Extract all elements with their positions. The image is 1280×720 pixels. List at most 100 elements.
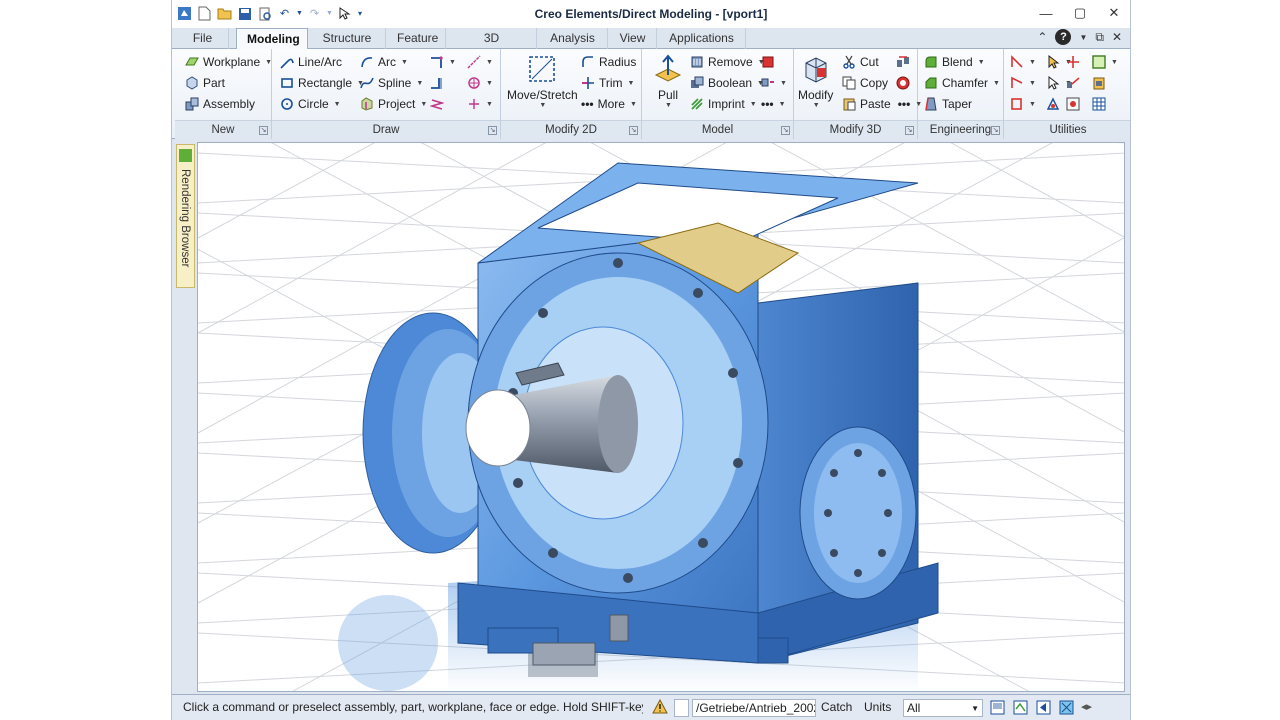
tab-applications[interactable]: Applications	[658, 28, 746, 49]
status-input-field[interactable]	[674, 699, 689, 717]
imprint-button[interactable]: Imprint ▼	[690, 94, 757, 114]
help-icon[interactable]: ?	[1055, 29, 1072, 45]
units-select[interactable]: All ▼	[903, 699, 983, 717]
part-icon	[186, 76, 198, 90]
dialog-launcher-icon[interactable]: ↘	[259, 126, 268, 135]
modify-3d-move-button[interactable]	[896, 52, 910, 72]
boolean-button[interactable]: Boolean ▼	[690, 73, 764, 93]
collapse-ribbon-icon[interactable]: ⌃	[1037, 30, 1047, 44]
dialog-launcher-icon[interactable]: ↘	[488, 126, 497, 135]
draw-tool-offset-button[interactable]	[430, 73, 444, 93]
rendering-browser-tab[interactable]: Rendering Browser	[176, 144, 195, 288]
check-button[interactable]: ▼	[1010, 73, 1036, 93]
assembly-button[interactable]: Assembly	[185, 94, 255, 114]
maximize-icon[interactable]: ▢	[1070, 4, 1090, 22]
chamfer-button[interactable]: Chamfer ▼	[924, 73, 1000, 93]
stop-icon	[896, 76, 910, 90]
tab-3d-geometry[interactable]: 3D Geometry	[447, 28, 537, 65]
arc-button[interactable]: Arc ▼	[360, 52, 408, 72]
mass-properties-icon	[1066, 97, 1080, 111]
measure-button[interactable]: ▼	[1010, 52, 1036, 72]
dialog-launcher-icon[interactable]: ↘	[991, 126, 1000, 135]
tab-structure[interactable]: Structure	[309, 28, 386, 49]
draw-tool-zigzag-button[interactable]	[430, 94, 444, 114]
trim-icon	[582, 77, 594, 89]
spline-button[interactable]: Spline ▼	[360, 73, 423, 93]
copy-icon	[842, 76, 856, 90]
trim-button[interactable]: Trim ▼	[581, 73, 634, 93]
ellipsis-icon: •••	[581, 97, 594, 111]
tab-file[interactable]: File	[177, 28, 229, 49]
3d-viewport[interactable]	[197, 142, 1125, 692]
viewport-canvas[interactable]	[198, 143, 1125, 692]
viewport-layout-icon[interactable]	[989, 699, 1006, 716]
distance-button[interactable]	[1066, 73, 1080, 93]
construction-line-button[interactable]: ▼	[467, 52, 493, 72]
tab-view[interactable]: View	[609, 28, 657, 49]
tab-modeling[interactable]: Modeling	[236, 28, 308, 50]
mass-properties-button[interactable]	[1066, 94, 1080, 114]
construction-point-icon	[469, 99, 479, 109]
arc-icon	[361, 57, 373, 68]
fit-view-icon[interactable]	[1058, 699, 1075, 716]
units-label[interactable]: Units	[864, 699, 891, 717]
cut-button[interactable]: Cut	[842, 52, 879, 72]
paste-icon	[843, 98, 856, 111]
ribbon-group-new: Workplane ▼ Part Assembly New ↘	[175, 49, 272, 139]
move-stretch-icon	[529, 56, 556, 82]
dialog-launcher-icon[interactable]: ↘	[629, 126, 638, 135]
circle-button[interactable]: Circle ▼	[280, 94, 341, 114]
radius-button[interactable]: Radius	[581, 52, 636, 72]
mdi-close-icon[interactable]: ✕	[1112, 30, 1122, 44]
dialog-launcher-icon[interactable]: ↘	[781, 126, 790, 135]
relations-button[interactable]	[1046, 94, 1060, 114]
tolerance-button[interactable]	[1066, 52, 1080, 72]
rendering-browser-label: Rendering Browser	[179, 169, 191, 268]
back-icon[interactable]	[1035, 699, 1052, 716]
model-solid-button[interactable]	[761, 52, 775, 72]
modify-button[interactable]: Modify ▼	[798, 53, 833, 109]
section-button[interactable]: ▼	[1010, 94, 1036, 114]
pull-button[interactable]: Pull ▼	[652, 53, 684, 109]
line-arc-icon	[280, 58, 294, 69]
blend-button[interactable]: Blend ▼	[924, 52, 985, 72]
construction-circle-button[interactable]: ▼	[467, 73, 493, 93]
current-path-field[interactable]: /Getriebe/Antrieb_2002_	[692, 699, 816, 717]
table-button[interactable]	[1092, 94, 1106, 114]
catch-label[interactable]: Catch	[821, 699, 852, 717]
taper-button[interactable]: Taper	[924, 94, 972, 114]
remove-button[interactable]: Remove ▼	[690, 52, 765, 72]
select-arrow-icon	[1048, 55, 1060, 69]
workplane-button[interactable]: Workplane ▼	[185, 52, 272, 72]
mdi-restore-icon[interactable]: ⧉	[1095, 30, 1104, 45]
rectangle-button[interactable]: Rectangle ▼	[280, 73, 364, 93]
help-dropdown-icon[interactable]: ▼	[1079, 33, 1087, 42]
draw-tool-corner-button[interactable]: ▼	[430, 52, 456, 72]
clipboard-button[interactable]	[1092, 73, 1106, 93]
move-stretch-button[interactable]: Move/Stretch ▼	[507, 53, 578, 109]
line-arc-button[interactable]: Line/Arc	[280, 52, 342, 72]
project-button[interactable]: Project ▼	[360, 94, 427, 114]
boolean-icon	[691, 76, 704, 88]
tab-analysis[interactable]: Analysis	[538, 28, 608, 49]
close-icon[interactable]: ✕	[1104, 4, 1124, 22]
more-model-button[interactable]: ••• ▼	[761, 94, 786, 114]
modify-3d-stop-button[interactable]	[896, 73, 910, 93]
warning-icon[interactable]	[652, 699, 670, 717]
dialog-launcher-icon[interactable]: ↘	[905, 126, 914, 135]
ribbon-group-engineering: Blend ▼ Chamfer ▼ Taper Engineering ↘	[918, 49, 1004, 139]
model-split-button[interactable]: ▼	[761, 73, 787, 93]
status-message: Click a command or preselect assembly, p…	[183, 700, 643, 714]
box-select-button[interactable]: ▼	[1092, 52, 1118, 72]
filter-icon[interactable]	[1012, 699, 1029, 716]
part-button[interactable]: Part	[185, 73, 225, 93]
assembly-icon	[185, 97, 199, 111]
paste-button[interactable]: Paste ••• ▼	[842, 94, 922, 114]
more-2d-button[interactable]: ••• More ▼	[581, 94, 637, 114]
minimize-icon[interactable]: —	[1036, 4, 1056, 22]
copy-button[interactable]: Copy	[842, 73, 888, 93]
navigation-arrows-icon[interactable]: ◂▸	[1081, 699, 1098, 716]
tab-feature[interactable]: Feature	[387, 28, 446, 49]
scissors-icon	[843, 55, 855, 69]
construction-point-button[interactable]: ▼	[467, 94, 493, 114]
